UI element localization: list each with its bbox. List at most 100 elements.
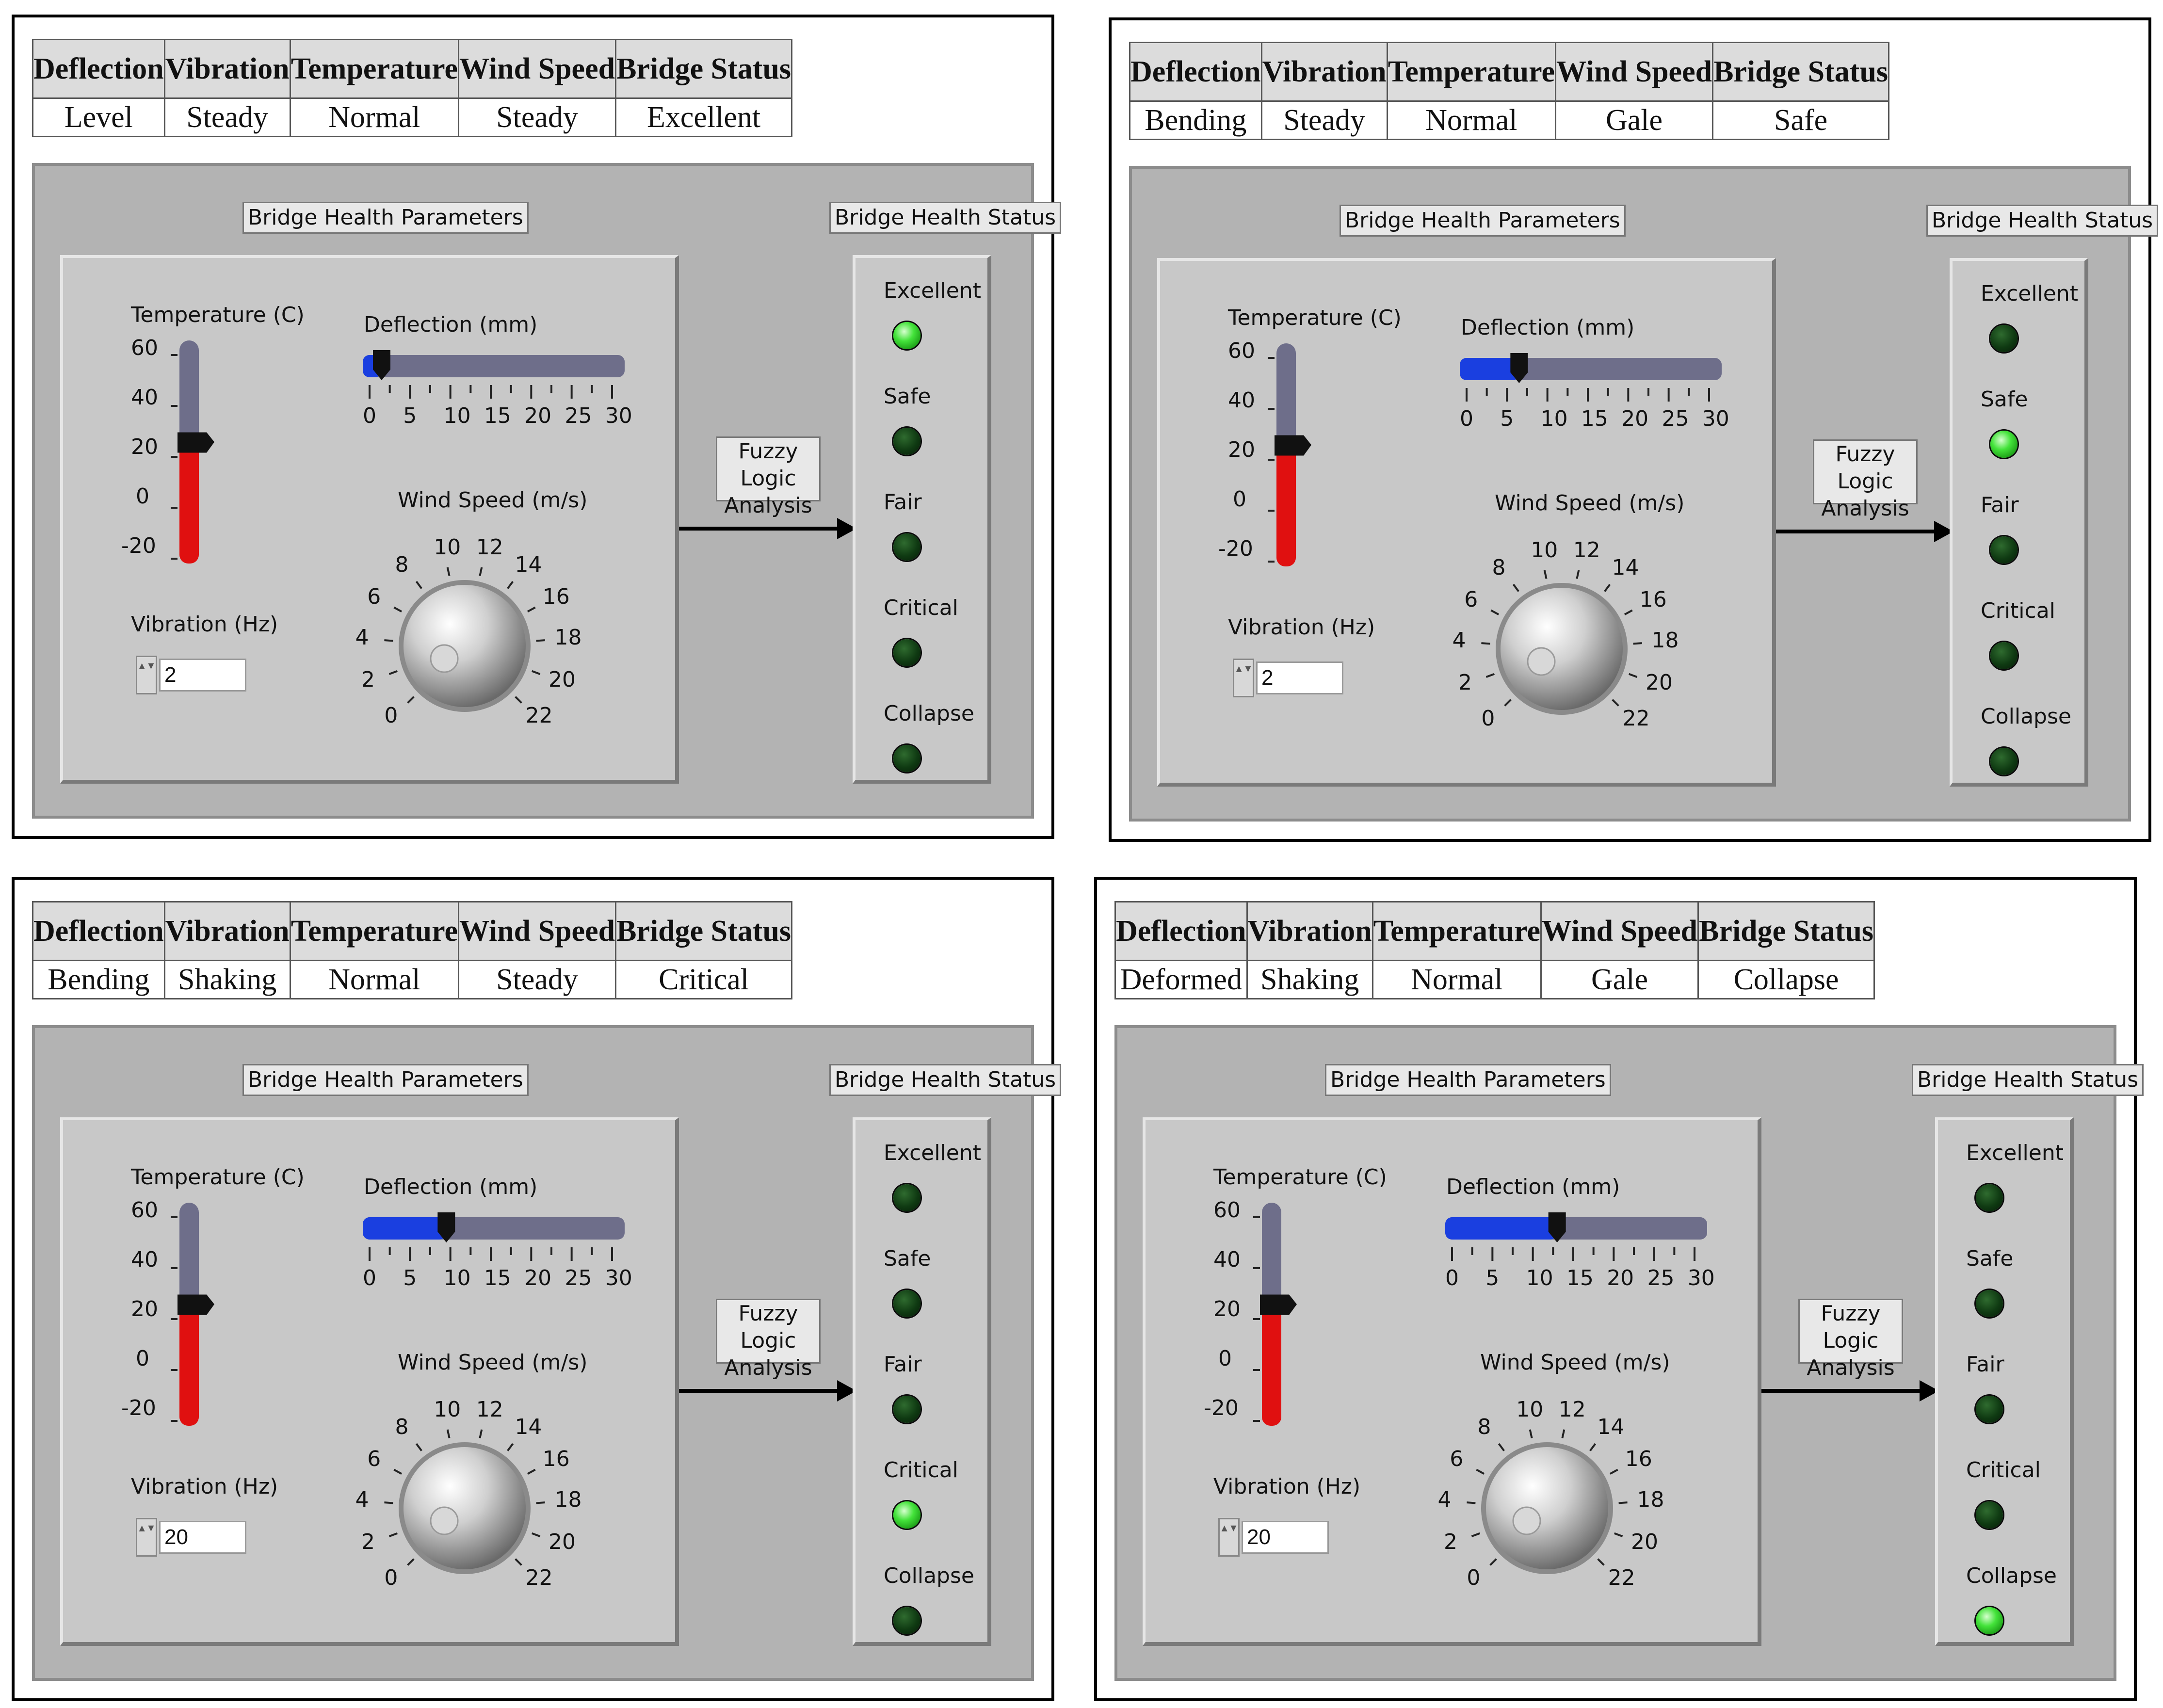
deflection-slider[interactable] xyxy=(363,1212,634,1271)
wind-tick-label: 20 xyxy=(549,1529,576,1554)
deflection-tick-label: 30 xyxy=(605,403,632,428)
knob-tick xyxy=(1471,1532,1481,1537)
deflection-label: Deflection (mm) xyxy=(364,1175,538,1199)
deflection-tick-label: 15 xyxy=(1566,1266,1594,1290)
knob-tick xyxy=(1614,1532,1623,1537)
status-name: Critical xyxy=(1966,1458,2041,1482)
temperature-tick-label: 0 xyxy=(1233,487,1246,512)
wind-tick-label: 10 xyxy=(1531,537,1558,563)
wind-tick-label: 2 xyxy=(361,667,375,692)
vibration-label: Vibration (Hz) xyxy=(1228,615,1375,640)
vibration-input[interactable]: 2 xyxy=(159,659,246,692)
deflection-tick-label: 10 xyxy=(1526,1266,1553,1290)
wind-tick-label: 4 xyxy=(355,625,369,650)
status-led xyxy=(1976,1607,2003,1634)
wind-tick-label: 6 xyxy=(1450,1447,1464,1472)
deflection-tick-label: 0 xyxy=(1445,1266,1459,1290)
wind-tick-label: 18 xyxy=(1651,628,1679,653)
column-header: Temperature xyxy=(1386,42,1557,102)
parameters-box: Temperature (C) 60 40 20 0 -20 Deflection (mm)… xyxy=(1157,258,1776,787)
table-cell: Steady xyxy=(1260,100,1388,140)
deflection-tick-label: 10 xyxy=(443,1266,471,1290)
increment-decrement-arrows[interactable]: ▴ ▾ xyxy=(1233,659,1254,697)
deflection-slider[interactable] xyxy=(1460,353,1731,411)
slider-track xyxy=(363,355,625,377)
temperature-pointer xyxy=(1275,435,1311,456)
deflection-tick-label: 10 xyxy=(443,403,471,428)
knob-tick xyxy=(1504,699,1512,707)
status-led xyxy=(1976,1184,2003,1211)
status-led xyxy=(1976,1290,2003,1317)
parameters-label: Bridge Health Parameters xyxy=(1340,205,1626,237)
thermometer-fill xyxy=(179,1304,199,1426)
wind-tick-label: 20 xyxy=(1631,1529,1658,1554)
knob-body xyxy=(1486,1447,1608,1569)
scenario-panel: Deflection Vibration Temperature Wind Speed… xyxy=(12,15,1062,839)
thermometer-fill xyxy=(1276,445,1296,566)
front-panel: Bridge Health Parameters Bridge Health St… xyxy=(32,1025,1062,1681)
knob-tick xyxy=(393,606,403,612)
increment-decrement-arrows[interactable]: ▴ ▾ xyxy=(1218,1518,1240,1557)
fuzzy-logic-label: Fuzzy Logic Analysis xyxy=(716,436,821,518)
wind-tick-label: 0 xyxy=(1481,706,1495,731)
temperature-thermometer[interactable] xyxy=(1257,343,1315,576)
temperature-thermometer[interactable] xyxy=(160,340,218,573)
wind-tick-label: 0 xyxy=(384,703,398,728)
parameters-label: Bridge Health Parameters xyxy=(242,1064,529,1096)
vibration-numeric-control[interactable]: ▴ ▾ 2 xyxy=(136,656,252,694)
status-led xyxy=(1990,431,2018,458)
status-name: Critical xyxy=(1981,598,2055,623)
table-cell: Level xyxy=(32,97,165,137)
vibration-numeric-control[interactable]: ▴ ▾ 20 xyxy=(136,1518,252,1557)
table-cell: Normal xyxy=(1386,100,1557,140)
wind-speed-label: Wind Speed (m/s) xyxy=(398,1350,588,1375)
increment-decrement-arrows[interactable]: ▴ ▾ xyxy=(136,656,157,694)
vibration-input[interactable]: 20 xyxy=(159,1521,246,1554)
deflection-slider[interactable] xyxy=(1445,1212,1717,1271)
knob-body xyxy=(1501,588,1623,710)
vibration-numeric-control[interactable]: ▴ ▾ 2 xyxy=(1233,659,1349,697)
status-name: Safe xyxy=(884,1246,931,1271)
knob-tick xyxy=(1612,699,1619,707)
parameters-box: Temperature (C) 60 40 20 0 -20 Deflection (mm)… xyxy=(60,1117,679,1646)
status-led xyxy=(893,1396,920,1423)
temperature-label: Temperature (C) xyxy=(131,1165,305,1190)
deflection-tick-label: 0 xyxy=(363,1266,376,1290)
vibration-input[interactable]: 20 xyxy=(1242,1521,1329,1554)
deflection-tick-label: 15 xyxy=(1581,406,1608,431)
status-name: Critical xyxy=(884,1458,958,1482)
knob-tick xyxy=(1543,570,1548,579)
parameters-box: Temperature (C) 60 40 20 0 -20 Deflection (mm)… xyxy=(1143,1117,1761,1646)
table-cell: Deformed xyxy=(1114,960,1248,999)
fuzzy-line-2: Analysis xyxy=(724,493,812,518)
fuzzy-line-1: Fuzzy Logic xyxy=(738,439,798,491)
temperature-label: Temperature (C) xyxy=(1213,1165,1387,1190)
knob-tick xyxy=(1628,673,1638,678)
vibration-numeric-control[interactable]: ▴ ▾ 20 xyxy=(1218,1518,1335,1557)
knob-dimple xyxy=(1527,647,1556,676)
increment-decrement-arrows[interactable]: ▴ ▾ xyxy=(136,1518,157,1557)
knob-tick xyxy=(1597,1558,1605,1566)
wind-speed-label: Wind Speed (m/s) xyxy=(1495,491,1685,516)
vibration-input[interactable]: 2 xyxy=(1256,661,1343,694)
knob-tick xyxy=(1576,570,1580,579)
column-header: Bridge Status xyxy=(1712,42,1890,102)
deflection-slider[interactable] xyxy=(363,350,634,408)
status-led xyxy=(1990,325,2018,352)
column-header: Deflection xyxy=(32,39,165,99)
knob-tick xyxy=(1481,642,1490,645)
fuzzy-line-2: Analysis xyxy=(724,1355,812,1380)
fuzzy-line-1: Fuzzy Logic xyxy=(1821,1301,1881,1353)
wind-tick-label: 2 xyxy=(361,1529,375,1554)
knob-tick xyxy=(507,1443,514,1451)
status-led xyxy=(893,322,920,349)
column-header: Vibration xyxy=(1260,42,1388,102)
temperature-pointer xyxy=(178,1294,214,1315)
temperature-thermometer[interactable] xyxy=(1243,1203,1301,1435)
wind-tick-label: 14 xyxy=(1612,555,1639,580)
temperature-thermometer[interactable] xyxy=(160,1203,218,1435)
status-label: Bridge Health Status xyxy=(1926,205,2159,237)
column-header: Wind Speed xyxy=(1540,901,1699,961)
status-name: Collapse xyxy=(884,1563,974,1588)
wind-tick-label: 8 xyxy=(1477,1415,1491,1440)
